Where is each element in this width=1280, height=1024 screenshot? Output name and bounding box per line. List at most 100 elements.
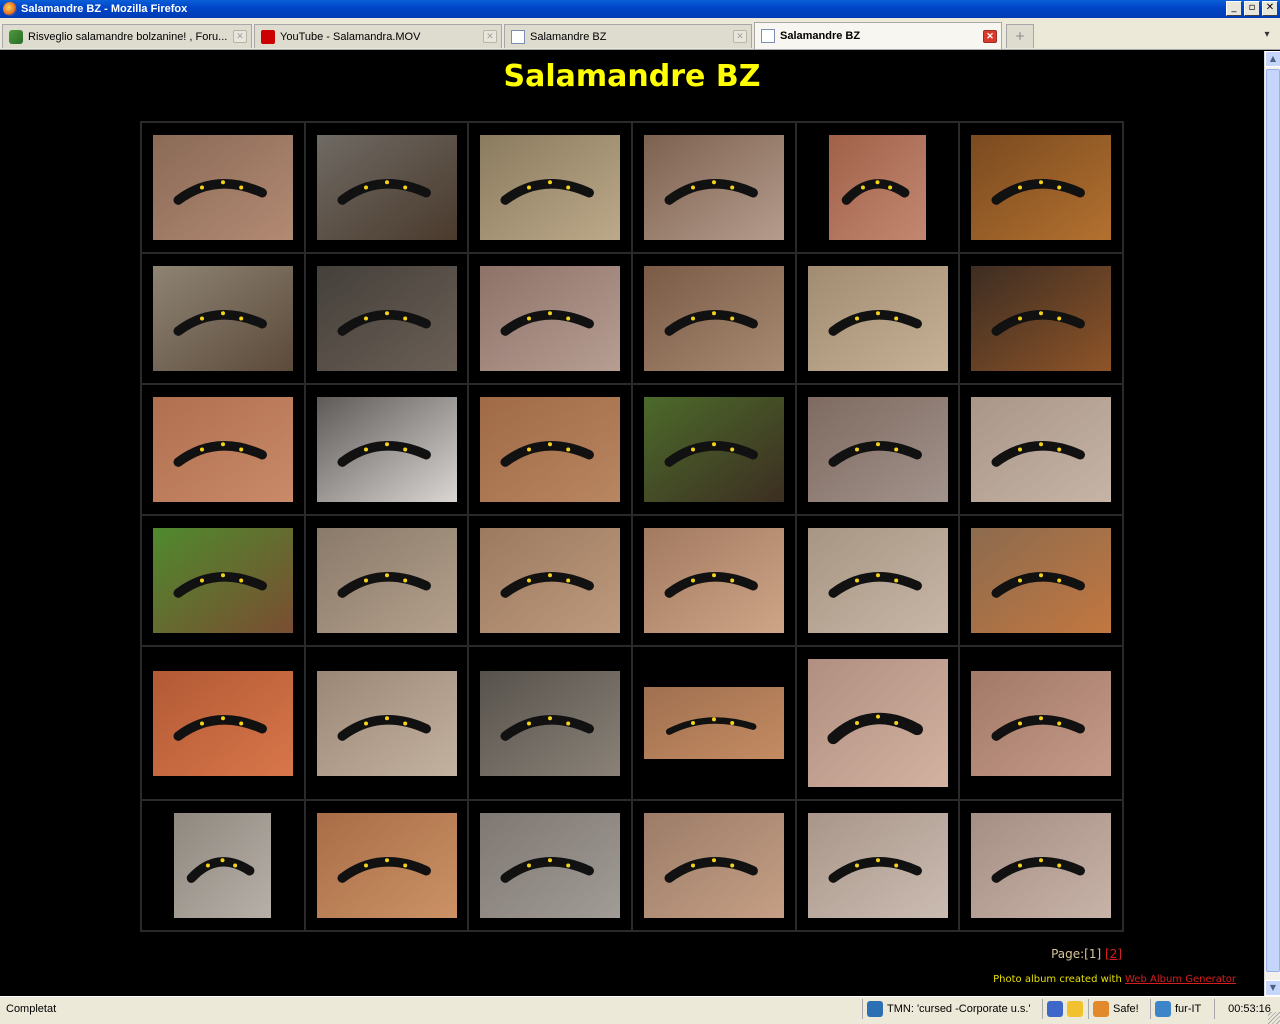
salamander-photo-thumbnail[interactable] (643, 397, 784, 502)
scroll-up-icon[interactable]: ▲ (1265, 51, 1280, 67)
salamander-photo-thumbnail[interactable] (643, 135, 784, 240)
salamander-photo-thumbnail[interactable] (480, 528, 621, 633)
minimize-button[interactable]: _ (1226, 1, 1242, 16)
thumbnail-cell (304, 515, 469, 646)
salamander-photo-thumbnail[interactable] (807, 813, 948, 918)
star-icon[interactable] (1067, 1001, 1083, 1017)
thumbnail-cell (141, 384, 305, 515)
salamander-photo-thumbnail[interactable] (316, 266, 457, 371)
thumbnail-grid (140, 121, 1124, 932)
thumbnail-cell (304, 646, 469, 800)
thumbnail-cell (795, 384, 960, 515)
thumbnail-cell (468, 253, 633, 384)
salamander-photo-thumbnail[interactable] (152, 670, 293, 776)
thumbnail-cell (468, 384, 633, 515)
resize-grip-icon[interactable] (1268, 1012, 1280, 1024)
salamander-photo-thumbnail[interactable] (174, 813, 272, 918)
thumbnail-row (141, 253, 1124, 384)
salamander-photo-thumbnail[interactable] (152, 528, 293, 633)
salamander-photo-thumbnail[interactable] (829, 135, 927, 240)
salamander-photo-thumbnail[interactable] (807, 528, 948, 633)
tab-salamandre-1[interactable]: Salamandre BZ ✕ (504, 24, 752, 48)
thumbnail-row (141, 800, 1124, 931)
salamander-photo-thumbnail[interactable] (152, 135, 293, 240)
maximize-button[interactable]: ▫ (1244, 1, 1260, 16)
salamander-photo-thumbnail[interactable] (643, 528, 784, 633)
salamander-photo-thumbnail[interactable] (480, 266, 621, 371)
status-text: Completat (6, 1003, 57, 1015)
dictionary-icon (1155, 1001, 1171, 1017)
scroll-thumb[interactable] (1266, 69, 1280, 972)
close-button[interactable]: ✕ (1262, 1, 1278, 16)
salamander-photo-thumbnail[interactable] (480, 135, 621, 240)
thumbnail-cell (141, 800, 305, 931)
salamander-photo-thumbnail[interactable] (152, 397, 293, 502)
pager-next-link[interactable]: [2] (1105, 947, 1122, 961)
salamander-photo-thumbnail[interactable] (971, 266, 1112, 371)
thumbnail-cell (468, 122, 633, 253)
salamander-photo-thumbnail[interactable] (316, 397, 457, 502)
thumbnail-cell (304, 122, 469, 253)
credit-line: Photo album created with Web Album Gener… (993, 974, 1236, 985)
thumbnail-cell (468, 515, 633, 646)
salamander-photo-thumbnail[interactable] (807, 659, 948, 787)
web-album-generator-link[interactable]: Web Album Generator (1125, 974, 1236, 985)
safe-segment[interactable]: Safe! (1088, 999, 1150, 1019)
salamander-photo-thumbnail[interactable] (643, 687, 784, 759)
salamander-photo-thumbnail[interactable] (152, 266, 293, 371)
salamander-photo-thumbnail[interactable] (316, 135, 457, 240)
window-controls: _ ▫ ✕ (1226, 1, 1278, 16)
salamander-photo-thumbnail[interactable] (643, 813, 784, 918)
thumbnail-cell (795, 646, 960, 800)
thumbnail-cell (304, 253, 469, 384)
salamander-photo-thumbnail[interactable] (480, 670, 621, 776)
salamander-photo-thumbnail[interactable] (316, 813, 457, 918)
clock-text: 00:53:16 (1228, 1003, 1271, 1015)
tmn-text: TMN: 'cursed -Corporate u.s.' (887, 1003, 1031, 1015)
salamander-photo-thumbnail[interactable] (971, 528, 1112, 633)
tab-forum[interactable]: Risveglio salamandre bolzanine! , Foru..… (2, 24, 252, 48)
salamander-photo-thumbnail[interactable] (480, 397, 621, 502)
locale-segment[interactable]: fur-IT (1150, 999, 1212, 1019)
salamander-photo-thumbnail[interactable] (807, 266, 948, 371)
thumbnail-cell (632, 515, 796, 646)
thumbnail-cell (795, 515, 960, 646)
page-icon (761, 29, 775, 43)
salamander-photo-thumbnail[interactable] (316, 528, 457, 633)
thumbnail-cell (141, 515, 305, 646)
salamander-photo-thumbnail[interactable] (971, 135, 1112, 240)
tmn-icon (867, 1001, 883, 1017)
thumbnail-row (141, 646, 1124, 800)
salamander-photo-thumbnail[interactable] (480, 813, 621, 918)
thumbnail-cell (959, 646, 1124, 800)
salamander-photo-thumbnail[interactable] (316, 670, 457, 776)
safe-icon (1093, 1001, 1109, 1017)
window-title: Salamandre BZ - Mozilla Firefox (21, 3, 188, 15)
salamander-photo-thumbnail[interactable] (971, 670, 1112, 776)
tab-youtube[interactable]: YouTube - Salamandra.MOV ✕ (254, 24, 502, 48)
tab-close-icon[interactable]: ✕ (233, 30, 247, 43)
tab-salamandre-active[interactable]: Salamandre BZ ✕ (754, 22, 1002, 49)
tmn-segment[interactable]: TMN: 'cursed -Corporate u.s.' (862, 999, 1042, 1019)
tab-close-icon[interactable]: ✕ (733, 30, 747, 43)
status-bar: Completat TMN: 'cursed -Corporate u.s.' … (0, 996, 1280, 1024)
thumbnail-cell (959, 122, 1124, 253)
vertical-scrollbar[interactable]: ▲ ▼ (1264, 51, 1280, 996)
thumbnail-row (141, 122, 1124, 253)
tab-label: Salamandre BZ (780, 30, 861, 42)
locale-text: fur-IT (1175, 1003, 1202, 1015)
thumbnail-row (141, 384, 1124, 515)
tab-close-icon[interactable]: ✕ (483, 30, 497, 43)
salamander-photo-thumbnail[interactable] (971, 397, 1112, 502)
tab-label: Risveglio salamandre bolzanine! , Foru..… (28, 30, 228, 43)
s-addon-icon[interactable] (1047, 1001, 1063, 1017)
tab-close-icon[interactable]: ✕ (983, 29, 997, 43)
scroll-down-icon[interactable]: ▼ (1265, 980, 1280, 996)
thumbnail-cell (959, 384, 1124, 515)
new-tab-button[interactable]: + (1006, 24, 1034, 48)
tab-list-chevron-icon[interactable]: ▾ (1258, 26, 1276, 44)
salamander-photo-thumbnail[interactable] (807, 397, 948, 502)
salamander-photo-thumbnail[interactable] (643, 266, 784, 371)
salamander-photo-thumbnail[interactable] (971, 813, 1112, 918)
thumbnail-cell (141, 253, 305, 384)
